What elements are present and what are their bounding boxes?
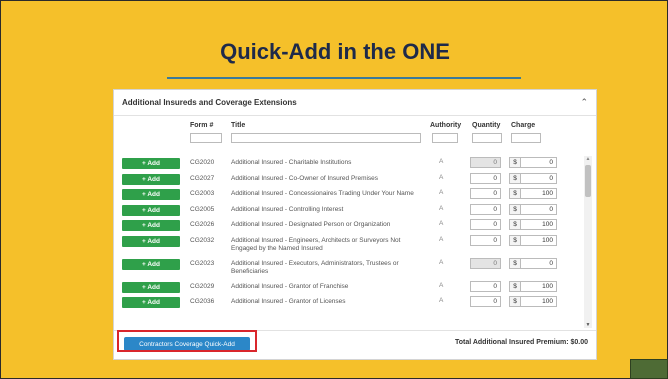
quantity-input[interactable]: 0: [470, 234, 501, 246]
column-authority-label: Authority: [430, 122, 462, 129]
authority-value: A: [439, 220, 444, 227]
form-number: CG2020: [190, 159, 215, 166]
coverage-row: + Add CG2029 Additional Insured - Grantor …: [114, 280, 584, 296]
quantity-input[interactable]: 0: [470, 188, 501, 199]
coverage-row: + Add CG2003 Additional Insured - Concessi…: [114, 187, 584, 203]
coverage-row: + Add CG2023 Additional Insured - Executor…: [114, 257, 584, 280]
add-button[interactable]: + Add: [122, 220, 180, 231]
form-number: CG2036: [190, 298, 215, 305]
charge-input[interactable]: 100: [520, 296, 557, 307]
panel-header[interactable]: Additional Insureds and Coverage Extensi…: [114, 90, 596, 116]
coverage-title: Additional Insured - Controlling Interes…: [231, 205, 344, 213]
quantity-input: 0: [470, 257, 501, 269]
coverage-row: + Add CG2026 Additional Insured - Designat…: [114, 218, 584, 234]
slide-title: Quick-Add in the ONE: [220, 39, 450, 64]
column-charge-label: Charge: [511, 122, 536, 129]
form-number: CG2026: [190, 221, 215, 228]
charge-input[interactable]: 0: [520, 203, 557, 215]
authority-value: A: [439, 158, 444, 165]
authority-filter-input[interactable]: [432, 133, 458, 143]
form-number: CG2032: [190, 236, 215, 244]
authority-value: A: [439, 204, 444, 212]
coverage-row: + Add CG2027 Additional Insured - Co-Owner…: [114, 172, 584, 188]
coverage-title: Additional Insured - Engineers, Architec…: [231, 236, 401, 253]
chevron-up-icon[interactable]: ⌃: [580, 97, 588, 108]
quantity-input[interactable]: 0: [470, 296, 501, 307]
coverage-title: Additional Insured - Grantor of Franchis…: [231, 282, 349, 290]
quantity-input[interactable]: 0: [470, 172, 501, 184]
add-button[interactable]: + Add: [122, 258, 180, 270]
coverage-row: + Add CG2032 Additional Insured - Engineer…: [114, 234, 584, 257]
form-number: CG2027: [190, 174, 215, 182]
form-number: CG2023: [190, 259, 215, 267]
add-button[interactable]: + Add: [122, 281, 180, 293]
coverage-list: + Add CG2020 Additional Insured - Charitab…: [114, 156, 584, 328]
add-button[interactable]: + Add: [122, 173, 180, 185]
authority-value: A: [439, 189, 444, 196]
add-button[interactable]: + Add: [122, 204, 180, 216]
coverage-title: Additional Insured - Grantor of Licenses: [231, 298, 346, 305]
quantity-input: 0: [470, 157, 501, 168]
form-filter-input[interactable]: [190, 133, 222, 143]
title-filter-input[interactable]: [231, 133, 421, 143]
corner-box: [630, 359, 668, 379]
charge-input[interactable]: 100: [520, 234, 557, 246]
highlight-box: [117, 330, 257, 352]
authority-value: A: [439, 173, 444, 181]
coverage-title: Additional Insured - Executors, Administ…: [231, 259, 399, 276]
quantity-input[interactable]: 0: [470, 203, 501, 215]
form-number: CG2029: [190, 282, 215, 290]
quantity-filter-input[interactable]: [472, 133, 502, 143]
quantity-input[interactable]: 0: [470, 280, 501, 292]
coverage-row: + Add CG2036 Additional Insured - Grantor …: [114, 295, 584, 311]
coverage-title: Additional Insured - Concessionaires Tra…: [231, 190, 414, 197]
add-button[interactable]: + Add: [122, 189, 180, 200]
add-button[interactable]: + Add: [122, 158, 180, 169]
charge-input[interactable]: 0: [520, 172, 557, 184]
form-number: CG2003: [190, 190, 215, 197]
authority-value: A: [439, 258, 444, 266]
charge-input[interactable]: 100: [520, 280, 557, 292]
total-premium: Total Additional Insured Premium: $0.00: [454, 339, 588, 346]
form-number: CG2005: [190, 205, 215, 213]
charge-input[interactable]: 0: [520, 257, 557, 269]
panel-title: Additional Insureds and Coverage Extensi…: [122, 98, 297, 107]
coverage-panel: Additional Insureds and Coverage Extensi…: [113, 89, 597, 360]
add-button[interactable]: + Add: [122, 235, 180, 247]
column-form-label: Form #: [190, 122, 214, 129]
quantity-input[interactable]: 0: [470, 219, 501, 230]
coverage-title: Additional Insured - Designated Person o…: [231, 221, 391, 228]
column-title-label: Title: [231, 122, 246, 129]
column-quantity-label: Quantity: [472, 122, 501, 129]
scroll-up-icon[interactable]: ▲: [584, 156, 592, 162]
scroll-thumb[interactable]: [585, 165, 591, 197]
coverage-title: Additional Insured - Charitable Institut…: [231, 159, 352, 166]
column-headers: Form # Title Authority Quantity Charge: [114, 118, 596, 148]
coverage-row: + Add CG2005 Additional Insured - Controll…: [114, 203, 584, 219]
coverage-row: + Add CG2020 Additional Insured - Charitab…: [114, 156, 584, 172]
coverage-title: Additional Insured - Co-Owner of Insured…: [231, 174, 379, 182]
charge-input[interactable]: 100: [520, 188, 557, 199]
charge-filter-input[interactable]: [511, 133, 541, 143]
scroll-down-icon[interactable]: ▼: [584, 322, 592, 328]
authority-value: A: [439, 235, 444, 243]
charge-input[interactable]: 0: [520, 157, 557, 168]
title-underline: [167, 77, 521, 79]
authority-value: A: [439, 297, 444, 304]
authority-value: A: [439, 281, 444, 289]
add-button[interactable]: + Add: [122, 297, 180, 308]
charge-input[interactable]: 100: [520, 219, 557, 230]
list-scrollbar[interactable]: ▲ ▼: [584, 156, 592, 328]
slide: Quick-Add in the ONE Additional Insureds…: [0, 0, 668, 379]
